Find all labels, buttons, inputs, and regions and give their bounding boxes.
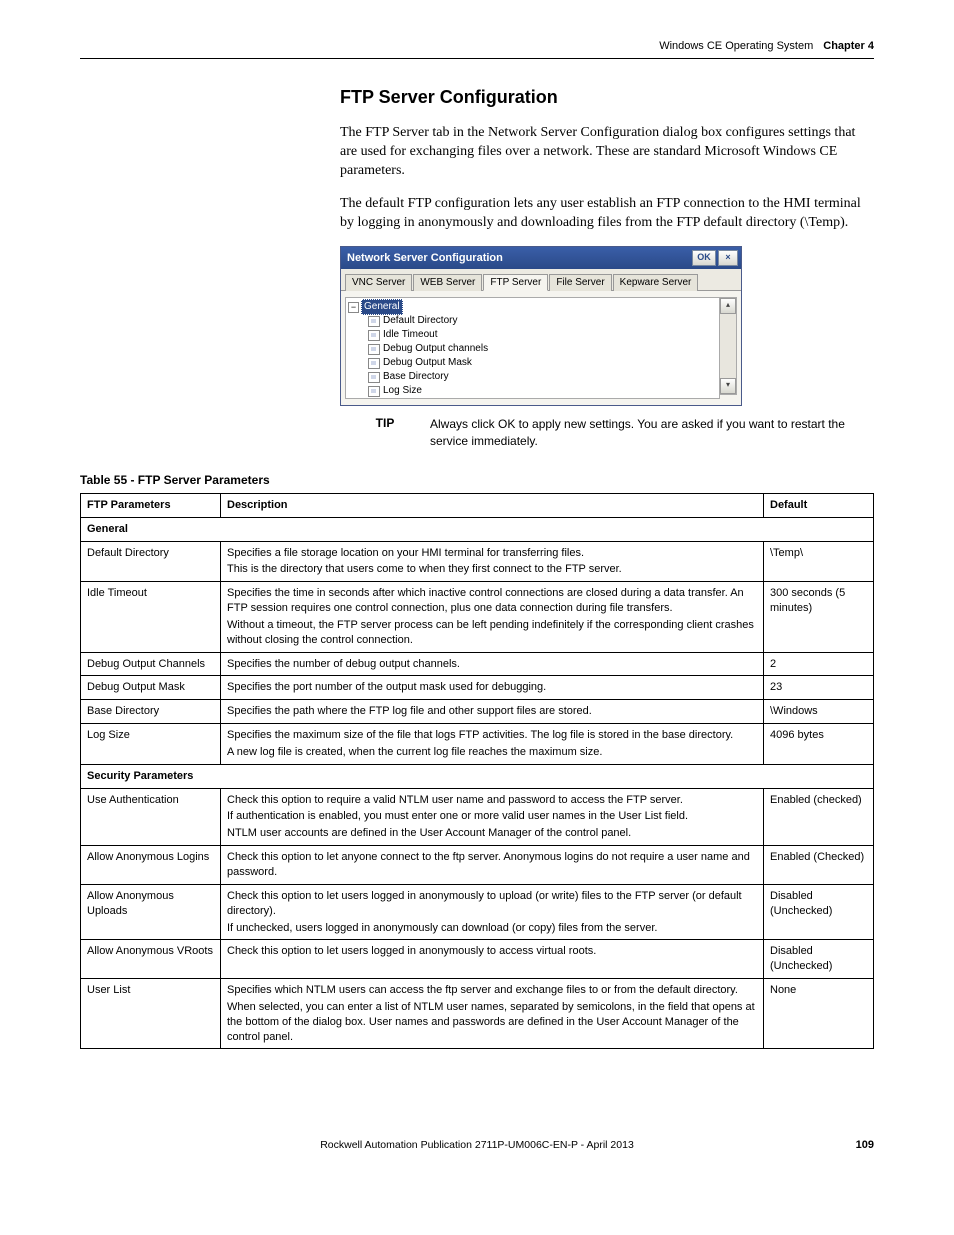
param-name: Idle Timeout (81, 582, 221, 652)
col-header-param: FTP Parameters (81, 493, 221, 517)
tree-collapse-icon[interactable]: − (348, 302, 359, 313)
param-name: Allow Anonymous Uploads (81, 884, 221, 940)
param-name: Base Directory (81, 700, 221, 724)
param-default: Enabled (checked) (764, 788, 874, 846)
tree-item-idle-timeout[interactable]: Idle Timeout (348, 328, 717, 342)
table-row: Log SizeSpecifies the maximum size of th… (81, 724, 874, 765)
param-name: Log Size (81, 724, 221, 765)
close-button[interactable]: × (718, 250, 738, 266)
table-group-row: General (81, 517, 874, 541)
param-name: User List (81, 979, 221, 1049)
param-default: None (764, 979, 874, 1049)
body-paragraph-2: The default FTP configuration lets any u… (340, 195, 874, 233)
ok-button[interactable]: OK (692, 250, 716, 266)
param-name: Debug Output Channels (81, 652, 221, 676)
table-row: User ListSpecifies which NTLM users can … (81, 979, 874, 1049)
property-icon (368, 372, 380, 383)
property-icon (368, 344, 380, 355)
param-name: Debug Output Mask (81, 676, 221, 700)
section-title: FTP Server Configuration (340, 87, 874, 108)
table-group-row: Security Parameters (81, 764, 874, 788)
param-description: Specifies the port number of the output … (221, 676, 764, 700)
table-caption: Table 55 - FTP Server Parameters (80, 473, 874, 487)
dialog-tabs: VNC Server WEB Server FTP Server File Se… (341, 269, 741, 291)
tree-pane[interactable]: − General Default Directory Idle Timeout… (345, 297, 720, 399)
property-icon (368, 386, 380, 397)
param-default: 23 (764, 676, 874, 700)
property-icon (368, 358, 380, 369)
param-description: Specifies the number of debug output cha… (221, 652, 764, 676)
tree-root[interactable]: − General (348, 300, 717, 314)
table-row: Default DirectorySpecifies a file storag… (81, 541, 874, 582)
table-row: Allow Anonymous LoginsCheck this option … (81, 846, 874, 885)
tab-web-server[interactable]: WEB Server (413, 274, 482, 291)
running-header: Windows CE Operating System Chapter 4 (80, 40, 874, 59)
dialog-titlebar: Network Server Configuration OK × (341, 247, 741, 269)
param-default: Disabled (Unchecked) (764, 940, 874, 979)
param-default: Disabled (Unchecked) (764, 884, 874, 940)
tab-ftp-server[interactable]: FTP Server (483, 274, 548, 291)
table-group-label: General (81, 517, 874, 541)
body-paragraph-1: The FTP Server tab in the Network Server… (340, 124, 874, 181)
table-row: Debug Output MaskSpecifies the port numb… (81, 676, 874, 700)
param-description: Specifies the path where the FTP log fil… (221, 700, 764, 724)
table-row: Idle TimeoutSpecifies the time in second… (81, 582, 874, 652)
param-description: Check this option to require a valid NTL… (221, 788, 764, 846)
table-row: Base DirectorySpecifies the path where t… (81, 700, 874, 724)
param-default: 300 seconds (5 minutes) (764, 582, 874, 652)
dialog-title: Network Server Configuration (347, 252, 690, 264)
tab-kepware-server[interactable]: Kepware Server (613, 274, 699, 291)
tree-item-log-size[interactable]: Log Size (348, 384, 717, 398)
param-default: \Windows (764, 700, 874, 724)
running-head-text: Windows CE Operating System (659, 40, 813, 52)
param-description: Specifies the maximum size of the file t… (221, 724, 764, 765)
table-group-label: Security Parameters (81, 764, 874, 788)
scroll-down-icon[interactable]: ▾ (720, 378, 736, 394)
param-default: Enabled (Checked) (764, 846, 874, 885)
tree-root-label: General (361, 299, 403, 315)
scrollbar[interactable]: ▴ ▾ (720, 297, 737, 395)
param-name: Use Authentication (81, 788, 221, 846)
param-description: Specifies the time in seconds after whic… (221, 582, 764, 652)
col-header-default: Default (764, 493, 874, 517)
tab-vnc-server[interactable]: VNC Server (345, 274, 412, 291)
table-row: Debug Output ChannelsSpecifies the numbe… (81, 652, 874, 676)
tree-item-base-directory[interactable]: Base Directory (348, 370, 717, 384)
chapter-label: Chapter 4 (823, 40, 874, 52)
param-description: Check this option to let users logged in… (221, 884, 764, 940)
tip-label: TIP (340, 416, 430, 448)
property-icon (368, 316, 380, 327)
param-description: Check this option to let anyone connect … (221, 846, 764, 885)
tip-block: TIP Always click OK to apply new setting… (340, 416, 874, 448)
ftp-parameters-table: FTP Parameters Description Default Gener… (80, 493, 874, 1050)
dialog-body: − General Default Directory Idle Timeout… (341, 291, 741, 405)
param-default: 2 (764, 652, 874, 676)
tab-file-server[interactable]: File Server (549, 274, 611, 291)
footer-text: Rockwell Automation Publication 2711P-UM… (320, 1139, 634, 1151)
table-row: Allow Anonymous VRootsCheck this option … (81, 940, 874, 979)
param-name: Allow Anonymous VRoots (81, 940, 221, 979)
col-header-desc: Description (221, 493, 764, 517)
param-name: Default Directory (81, 541, 221, 582)
param-description: Check this option to let users logged in… (221, 940, 764, 979)
scroll-up-icon[interactable]: ▴ (720, 298, 736, 314)
network-server-config-dialog: Network Server Configuration OK × VNC Se… (340, 246, 742, 406)
table-row: Allow Anonymous UploadsCheck this option… (81, 884, 874, 940)
param-default: 4096 bytes (764, 724, 874, 765)
tree-item-debug-output-mask[interactable]: Debug Output Mask (348, 356, 717, 370)
property-icon (368, 330, 380, 341)
param-default: \Temp\ (764, 541, 874, 582)
param-description: Specifies which NTLM users can access th… (221, 979, 764, 1049)
tree-item-debug-output-channels[interactable]: Debug Output channels (348, 342, 717, 356)
table-row: Use AuthenticationCheck this option to r… (81, 788, 874, 846)
param-name: Allow Anonymous Logins (81, 846, 221, 885)
page-number: 109 (856, 1139, 874, 1151)
tree-item-default-directory[interactable]: Default Directory (348, 314, 717, 328)
page-footer: Rockwell Automation Publication 2711P-UM… (80, 1139, 874, 1151)
param-description: Specifies a file storage location on you… (221, 541, 764, 582)
tip-text: Always click OK to apply new settings. Y… (430, 416, 874, 448)
table-header-row: FTP Parameters Description Default (81, 493, 874, 517)
